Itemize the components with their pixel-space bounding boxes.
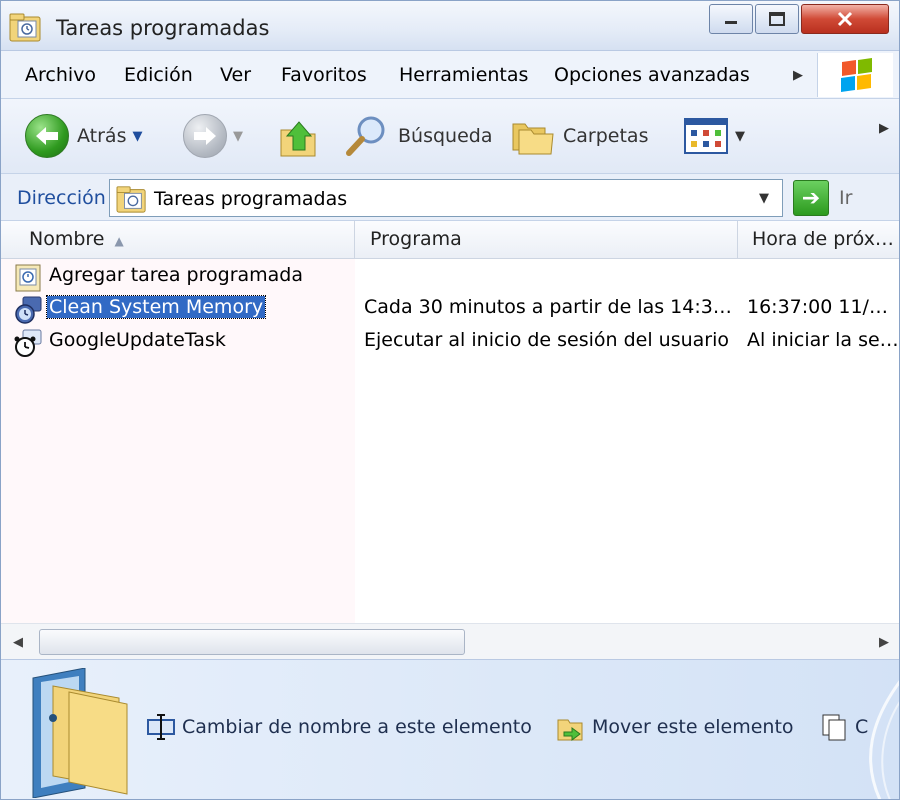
task-name: GoogleUpdateTask	[49, 329, 226, 351]
menu-opciones-avanzadas[interactable]: Opciones avanzadas	[554, 64, 750, 86]
task-label: Mover este elemento	[592, 716, 794, 738]
maximize-icon	[769, 12, 785, 26]
menu-overflow-chevron-icon[interactable]: ▶	[793, 68, 803, 83]
up-folder-button[interactable]	[279, 113, 319, 159]
up-folder-icon	[280, 121, 316, 157]
back-button[interactable]: Atrás ▼	[25, 113, 142, 159]
task-name: Agregar tarea programada	[49, 264, 304, 286]
scroll-left-arrow-icon[interactable]: ◀	[1, 624, 35, 660]
folder-preview-icon	[32, 668, 128, 798]
scheduled-tasks-folder-icon	[116, 186, 146, 213]
back-label: Atrás	[77, 125, 127, 147]
window-title: Tareas programadas	[56, 16, 270, 40]
list-item[interactable]: GoogleUpdateTask Ejecutar al inicio de s…	[1, 326, 899, 359]
explorer-window: Tareas programadas Archivo Edición Ver F…	[0, 0, 900, 800]
task-list: Agregar tarea programada Clean System Me…	[1, 259, 899, 623]
address-bar: Dirección Tareas programadas ▼ ➔ Ir	[1, 174, 899, 221]
views-button[interactable]: ▼	[683, 113, 745, 159]
scheduled-task-icon	[15, 296, 42, 324]
scroll-right-arrow-icon[interactable]: ▶	[867, 624, 899, 660]
menu-ver[interactable]: Ver	[220, 64, 251, 86]
column-header-label: Nombre	[29, 228, 105, 250]
folders-icon	[512, 123, 554, 155]
address-dropdown-chevron-icon[interactable]: ▼	[746, 180, 782, 216]
go-label: Ir	[839, 187, 853, 209]
task-panel: Cambiar de nombre a este elemento Mover …	[1, 659, 899, 799]
rename-task-link[interactable]: Cambiar de nombre a este elemento	[146, 710, 532, 744]
menu-bar: Archivo Edición Ver Favoritos Herramient…	[1, 51, 899, 99]
address-value: Tareas programadas	[154, 188, 348, 210]
move-icon	[557, 719, 583, 741]
views-grid-icon	[684, 118, 728, 154]
title-bar[interactable]: Tareas programadas	[1, 1, 899, 51]
windows-logo-icon	[817, 53, 893, 97]
column-header-label: Programa	[370, 228, 462, 250]
forward-button[interactable]: ▼	[183, 113, 243, 159]
rename-icon	[147, 714, 175, 740]
menu-herramientas[interactable]: Herramientas	[399, 64, 528, 86]
scheduled-tasks-folder-icon	[9, 13, 41, 42]
search-label: Búsqueda	[398, 125, 493, 147]
list-item[interactable]: Agregar tarea programada	[1, 261, 899, 294]
column-header-label: Hora de próx…	[752, 228, 894, 250]
address-input[interactable]: Tareas programadas ▼	[109, 179, 783, 217]
back-arrow-icon	[25, 114, 69, 158]
task-next-time: Al iniciar la se…	[747, 329, 897, 351]
folders-button[interactable]: Carpetas	[511, 113, 648, 159]
forward-arrow-icon	[183, 114, 227, 158]
search-icon	[346, 116, 385, 156]
maximize-button[interactable]	[755, 4, 799, 34]
move-task-link[interactable]: Mover este elemento	[556, 710, 794, 744]
scrollbar-thumb[interactable]	[39, 629, 465, 655]
search-button[interactable]: Búsqueda	[344, 113, 492, 159]
window-controls	[707, 4, 893, 38]
decorative-swoosh	[869, 680, 899, 799]
go-button[interactable]: ➔ Ir	[793, 180, 852, 216]
forward-dropdown-chevron-icon[interactable]: ▼	[233, 129, 243, 144]
task-label: Cambiar de nombre a este elemento	[182, 716, 532, 738]
folders-label: Carpetas	[563, 125, 649, 147]
task-program: Cada 30 minutos a partir de las 14:3…	[364, 296, 732, 318]
task-name: Clean System Memory	[45, 295, 267, 319]
scheduled-task-icon	[14, 329, 42, 357]
task-program: Ejecutar al inicio de sesión del usuario	[364, 329, 730, 351]
views-dropdown-chevron-icon[interactable]: ▼	[735, 129, 745, 144]
horizontal-scrollbar[interactable]: ◀ ▶	[1, 623, 899, 660]
minimize-button[interactable]	[709, 4, 753, 34]
menu-edicion[interactable]: Edición	[124, 64, 193, 86]
column-header-programa[interactable]: Programa	[355, 221, 738, 259]
menu-favoritos[interactable]: Favoritos	[281, 64, 367, 86]
column-header-nombre[interactable]: Nombre ▲	[1, 221, 355, 259]
sort-ascending-icon: ▲	[114, 234, 124, 248]
back-dropdown-chevron-icon[interactable]: ▼	[132, 129, 142, 144]
go-arrow-icon: ➔	[793, 180, 829, 216]
toolbar-overflow-chevron-icon[interactable]: ▶	[879, 121, 889, 136]
list-item[interactable]: Clean System Memory Cada 30 minutos a pa…	[1, 293, 899, 326]
menu-archivo[interactable]: Archivo	[25, 64, 96, 86]
minimize-icon	[725, 21, 737, 24]
task-next-time: 16:37:00 11/…	[747, 296, 888, 318]
address-label: Dirección	[17, 187, 106, 209]
toolbar: Atrás ▼ ▼ Búsqueda Carpetas ▼ ▶	[1, 99, 899, 174]
list-header: Nombre ▲ Programa Hora de próx…	[1, 221, 899, 259]
close-button[interactable]	[801, 4, 889, 34]
close-icon	[837, 11, 853, 27]
column-header-hora[interactable]: Hora de próx…	[738, 221, 899, 259]
add-task-icon	[15, 264, 41, 292]
